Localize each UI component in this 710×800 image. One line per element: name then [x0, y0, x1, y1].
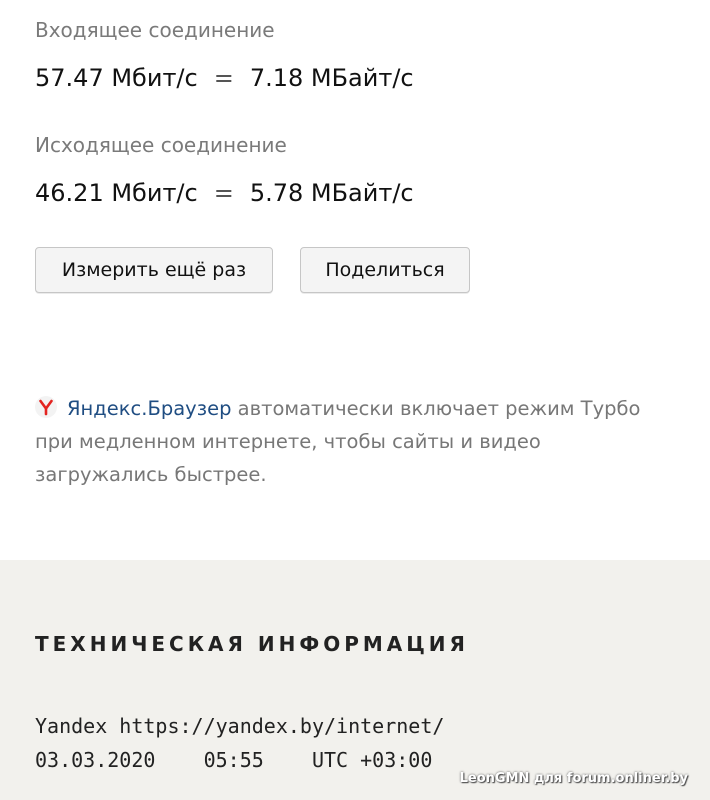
tech-info-section: ТЕХНИЧЕСКАЯ ИНФОРМАЦИЯ Yandex https://ya… [0, 560, 710, 800]
outgoing-label: Исходящее соединение [35, 133, 287, 157]
incoming-label: Входящее соединение [35, 18, 275, 42]
outgoing-equals: = [213, 179, 234, 207]
outgoing-mbit: 46.21 Мбит/с [35, 179, 198, 207]
tech-info-title: ТЕХНИЧЕСКАЯ ИНФОРМАЦИЯ [35, 632, 469, 656]
browser-promo: Яндекс.Браузер автоматически включает ре… [35, 392, 675, 491]
speed-results-section: Входящее соединение 57.47 Мбит/с = 7.18 МБ… [0, 0, 710, 560]
incoming-equals: = [213, 64, 234, 92]
measure-again-button[interactable]: Измерить ещё раз [35, 247, 273, 293]
incoming-mbit: 57.47 Мбит/с [35, 64, 198, 92]
incoming-mbyte: 7.18 МБайт/с [249, 64, 414, 92]
incoming-speed: 57.47 Мбит/с = 7.18 МБайт/с [35, 64, 414, 92]
watermark: LeonGMN для forum.onliner.by [459, 771, 688, 786]
yandex-browser-link[interactable]: Яндекс.Браузер [67, 397, 231, 420]
tech-info-url-line: Yandex https://yandex.by/internet/ [35, 714, 445, 738]
outgoing-speed: 46.21 Мбит/с = 5.78 МБайт/с [35, 179, 414, 207]
outgoing-mbyte: 5.78 МБайт/с [249, 179, 414, 207]
share-button[interactable]: Поделиться [300, 247, 470, 293]
tech-info-datetime-line: 03.03.2020 05:55 UTC +03:00 [35, 748, 433, 772]
yandex-logo-icon [35, 396, 57, 418]
